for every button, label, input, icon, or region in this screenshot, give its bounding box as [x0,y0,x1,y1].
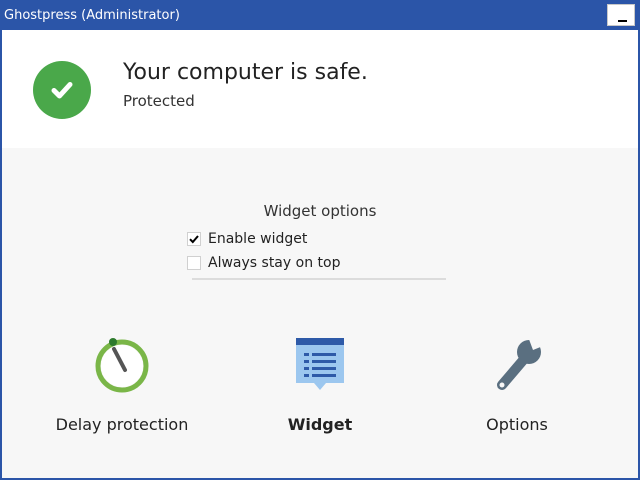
checkbox-label: Always stay on top [208,255,341,271]
checkbox-label: Enable widget [208,231,308,247]
widget-button[interactable]: Widget [220,330,420,440]
checkmark-icon [189,235,199,244]
status-title: Your computer is safe. [123,60,368,85]
window-title: Ghostpress (Administrator) [4,8,180,23]
title-bar[interactable]: Ghostpress (Administrator) [0,0,640,30]
minimize-icon [618,20,627,22]
action-label: Widget [287,415,353,434]
widget-options-heading: Widget options [263,202,377,220]
status-panel: Your computer is safe. Protected [2,30,638,148]
timer-icon [95,338,149,393]
delay-protection-button[interactable]: Delay protection [22,330,222,440]
widget-icon [296,338,344,390]
app-window: Ghostpress (Administrator) Your computer… [0,0,640,480]
checkmark-icon [51,82,73,99]
minimize-button[interactable] [607,4,635,26]
options-button[interactable]: Options [417,330,617,440]
status-subtitle: Protected [123,92,195,110]
action-label: Delay protection [55,415,189,434]
checkbox-box[interactable] [187,256,201,270]
always-on-top-checkbox[interactable]: Always stay on top [187,253,340,273]
action-label: Options [486,415,548,434]
enable-widget-checkbox[interactable]: Enable widget [187,229,307,249]
options-divider [192,278,446,280]
checkbox-box[interactable] [187,232,201,246]
main-panel: Your computer is safe. Protected Widget … [2,30,638,478]
status-indicator [33,61,91,119]
wrench-icon [497,334,543,390]
